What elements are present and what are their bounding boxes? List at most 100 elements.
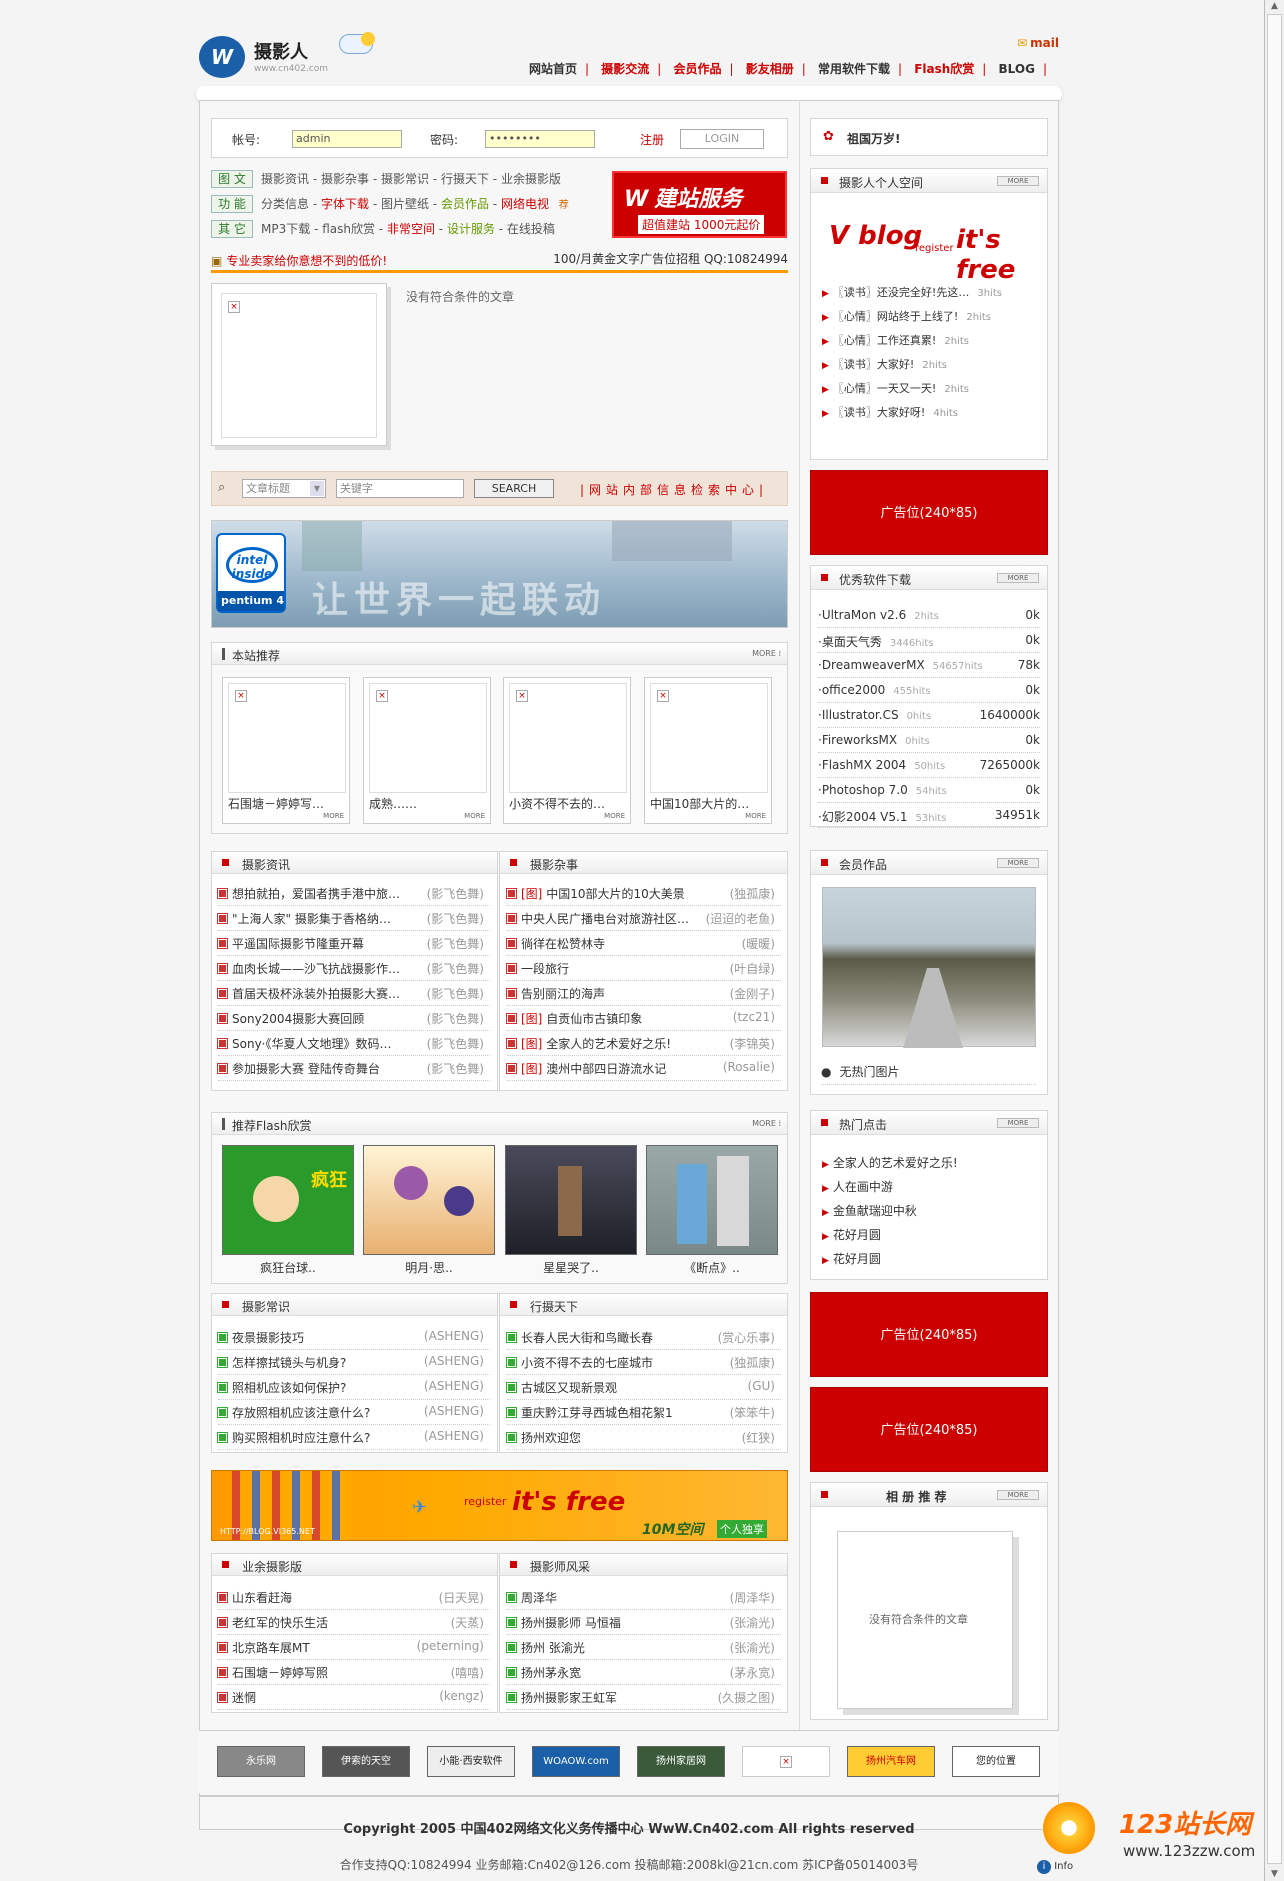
list-item[interactable]: "上海人家" 摄影集于香格纳… (影飞色舞) (217, 906, 490, 931)
list-item[interactable]: 血肉长城——沙飞抗战摄影作… (影飞色舞) (217, 956, 490, 981)
list-item[interactable]: [图] 全家人的艺术爱好之乐! (李锦英) (506, 1031, 781, 1056)
site-logo-icon[interactable]: W (199, 36, 245, 78)
recommend-card[interactable]: × 成熟…… MORE (363, 677, 491, 824)
list-item-title[interactable]: 山东看赶海 (232, 1589, 292, 1606)
nav-member-works[interactable]: 会员作品 (673, 62, 721, 76)
more-link[interactable]: MORE ⁞ (752, 649, 781, 658)
recommend-card[interactable]: × 中国10部大片的… MORE (644, 677, 772, 824)
list-item-title[interactable]: 一段旅行 (521, 960, 569, 977)
vertical-scrollbar[interactable]: ▲ ▼ (1264, 0, 1284, 1881)
list-item[interactable]: 夜景摄影技巧 (ASHENG) (217, 1325, 490, 1350)
member-work-photo[interactable] (822, 887, 1036, 1048)
list-item[interactable]: 购买照相机时应注意什么? (ASHENG) (217, 1425, 490, 1450)
list-item-title[interactable]: 告别丽江的海声 (521, 985, 605, 1002)
more-button[interactable]: MORE (997, 858, 1039, 868)
list-item-title[interactable]: 存放照相机应该注意什么? (232, 1404, 370, 1421)
ad-slot-2[interactable]: 广告位(240*85) (810, 1292, 1048, 1377)
friend-link[interactable]: 您的位置 (952, 1746, 1040, 1777)
recommend-card[interactable]: × 石围塘－婷婷写… MORE (222, 677, 350, 824)
software-item[interactable]: ·幻影2004 V5.1 53hits 34951k (818, 803, 1040, 828)
software-item[interactable]: ·桌面天气秀 3446hits 0k (818, 628, 1040, 653)
cat-link[interactable]: 网络电视 (501, 197, 549, 211)
software-item[interactable]: ·Photoshop 7.0 54hits 0k (818, 778, 1040, 803)
list-item[interactable]: [图] 中国10部大片的10大美景 (独孤康) (506, 881, 781, 906)
ad-slot-3[interactable]: 广告位(240*85) (810, 1387, 1048, 1472)
intel-banner[interactable]: intel inside pentium 4 让世界一起联动 (211, 520, 788, 628)
list-item-title[interactable]: 迷惘 (232, 1689, 256, 1706)
recommend-card[interactable]: × 小资不得不去的… MORE (503, 677, 631, 824)
list-item-title[interactable]: "上海人家" 摄影集于香格纳… (232, 910, 391, 927)
nav-flash[interactable]: Flash欣赏 (914, 62, 974, 76)
list-item[interactable]: [图] 澳州中部四日游流水记 (Rosalie) (506, 1056, 781, 1081)
friend-link[interactable]: WOAOW.com (532, 1746, 620, 1777)
software-item[interactable]: ·FlashMX 2004 50hits 7265000k (818, 753, 1040, 778)
list-item[interactable]: 重庆黔江芽寻西城色相花絮1 (笨笨牛) (506, 1400, 781, 1425)
account-input[interactable]: admin (292, 130, 402, 148)
text-ad-right[interactable]: 100/月黄金文字广告位招租 QQ:10824994 (553, 250, 788, 267)
blog-register-banner[interactable]: ✈ register it's free HTTP://BLOG.VI365.N… (211, 1470, 788, 1541)
list-item-title[interactable]: 想拍就拍，爱国者携手港中旅… (232, 885, 400, 902)
list-item-title[interactable]: 老红军的快乐生活 (232, 1614, 328, 1631)
list-item-title[interactable]: Sony2004摄影大赛回顾 (232, 1010, 364, 1027)
list-item-title[interactable]: 中央人民广播电台对旅游社区… (521, 910, 689, 927)
text-ad-left[interactable]: ▣ 专业卖家给你意想不到的低价! (211, 252, 387, 269)
list-item-title[interactable]: 北京路车展MT (232, 1639, 310, 1656)
more-button[interactable]: MORE (997, 1490, 1039, 1500)
blog-entry[interactable]: ▶ 〖读书〗大家好! 2hits (822, 356, 947, 372)
software-item[interactable]: ·FireworksMX 0hits 0k (818, 728, 1040, 753)
mail-link[interactable]: ✉ mail (1017, 36, 1059, 50)
blog-entry[interactable]: ▶ 〖心情〗一天又一天! 2hits (822, 380, 969, 396)
cat-link[interactable]: 摄影资讯 (261, 172, 309, 186)
list-item-title[interactable]: 扬州欢迎您 (521, 1429, 581, 1446)
list-item-title[interactable]: 购买照相机时应注意什么? (232, 1429, 370, 1446)
search-field-select[interactable]: 文章标题 ▼ (242, 479, 326, 498)
list-item-title[interactable]: 扬州 张渝光 (521, 1639, 585, 1656)
list-item-title[interactable]: 怎样擦拭镜头与机身? (232, 1354, 346, 1371)
list-item[interactable]: 平遥国际摄影节隆重开幕 (影飞色舞) (217, 931, 490, 956)
friend-link[interactable]: 永乐网 (217, 1746, 305, 1777)
register-link[interactable]: 注册 (640, 131, 664, 148)
list-item-title[interactable]: 扬州摄影家王虹军 (521, 1689, 617, 1706)
hot-item[interactable]: ▶ 花好月圆 (822, 1226, 881, 1243)
list-item[interactable]: 参加摄影大赛 登陆传奇舞台 (影飞色舞) (217, 1056, 490, 1081)
flash-card[interactable]: 《断点》.. (646, 1145, 778, 1275)
list-item[interactable]: 扬州 张渝光 (张渝光) (506, 1635, 781, 1660)
keyword-input[interactable]: 关键字 (336, 479, 464, 498)
list-item[interactable]: 北京路车展MT (peterning) (217, 1635, 490, 1660)
software-item[interactable]: ·office2000 455hits 0k (818, 678, 1040, 703)
hot-item[interactable]: ▶ 金鱼献瑞迎中秋 (822, 1202, 917, 1219)
list-item[interactable]: 告别丽江的海声 (金刚子) (506, 981, 781, 1006)
list-item-title[interactable]: 夜景摄影技巧 (232, 1329, 304, 1346)
software-item[interactable]: ·DreamweaverMX 54657hits 78k (818, 653, 1040, 678)
login-button[interactable]: LOGIN (680, 129, 764, 149)
hot-item[interactable]: ▶ 全家人的艺术爱好之乐! (822, 1154, 958, 1171)
list-item[interactable]: 周泽华 (周泽华) (506, 1585, 781, 1610)
list-item-title[interactable]: [图] 全家人的艺术爱好之乐! (521, 1035, 671, 1052)
list-item[interactable]: 一段旅行 (叶自绿) (506, 956, 781, 981)
more-button[interactable]: MORE (997, 573, 1039, 583)
list-item[interactable]: 小资不得不去的七座城市 (独孤康) (506, 1350, 781, 1375)
ad-slot-1[interactable]: 广告位(240*85) (810, 470, 1048, 555)
more-link[interactable]: MORE ⁞ (752, 1119, 781, 1128)
cat-link[interactable]: 设计服务 (447, 222, 495, 236)
list-item[interactable]: Sony2004摄影大赛回顾 (影飞色舞) (217, 1006, 490, 1031)
list-item[interactable]: 中央人民广播电台对旅游社区… (迢迢的老鱼) (506, 906, 781, 931)
nav-blog[interactable]: BLOG (999, 62, 1035, 76)
list-item-title[interactable]: 照相机应该如何保护? (232, 1379, 346, 1396)
list-item-title[interactable]: 重庆黔江芽寻西城色相花絮1 (521, 1404, 673, 1421)
list-item[interactable]: 扬州欢迎您 (红狭) (506, 1425, 781, 1450)
software-item[interactable]: ·UltraMon v2.6 2hits 0k (818, 603, 1040, 628)
list-item-title[interactable]: 扬州摄影师 马恒福 (521, 1614, 621, 1631)
more-button[interactable]: MORE (997, 176, 1039, 186)
flash-card[interactable]: 明月·思.. (363, 1145, 495, 1275)
cat-link[interactable]: 非常空间 (387, 222, 435, 236)
password-input[interactable]: •••••••• (485, 130, 595, 148)
cat-link[interactable]: 图片壁纸 (381, 197, 429, 211)
scroll-thumb[interactable] (1267, 14, 1282, 1864)
list-item[interactable]: 老红军的快乐生活 (天蒸) (217, 1610, 490, 1635)
list-item-title[interactable]: 平遥国际摄影节隆重开幕 (232, 935, 364, 952)
cat-link[interactable]: 业余摄影版 (501, 172, 561, 186)
friend-link[interactable]: 小能·西安软件 (427, 1746, 515, 1777)
friend-link[interactable]: 伊索的天空 (322, 1746, 410, 1777)
more-button[interactable]: MORE (997, 1118, 1039, 1128)
